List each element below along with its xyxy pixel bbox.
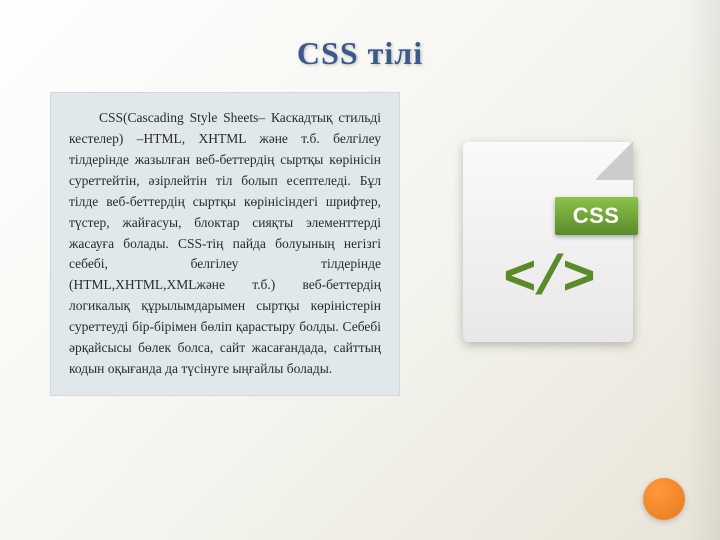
description-text-block: CSS(Cascading Style Sheets– Каскадтық ст… <box>50 92 400 396</box>
file-folded-corner-icon <box>595 142 633 180</box>
file-page-shape: CSS </> <box>463 142 633 342</box>
illustration-block: CSS </> <box>425 92 670 352</box>
accent-circle-icon <box>643 478 685 520</box>
right-edge-shadow <box>685 0 720 540</box>
css-file-icon: CSS </> <box>448 132 648 352</box>
slide-container: CSS тілі CSS(Cascading Style Sheets– Кас… <box>0 0 720 540</box>
content-row: CSS(Cascading Style Sheets– Каскадтық ст… <box>50 92 670 396</box>
description-paragraph: CSS(Cascading Style Sheets– Каскадтық ст… <box>69 108 381 380</box>
code-angle-brackets-icon: </> <box>503 247 592 311</box>
css-badge-label: CSS <box>555 197 638 235</box>
slide-title: CSS тілі <box>50 35 670 72</box>
